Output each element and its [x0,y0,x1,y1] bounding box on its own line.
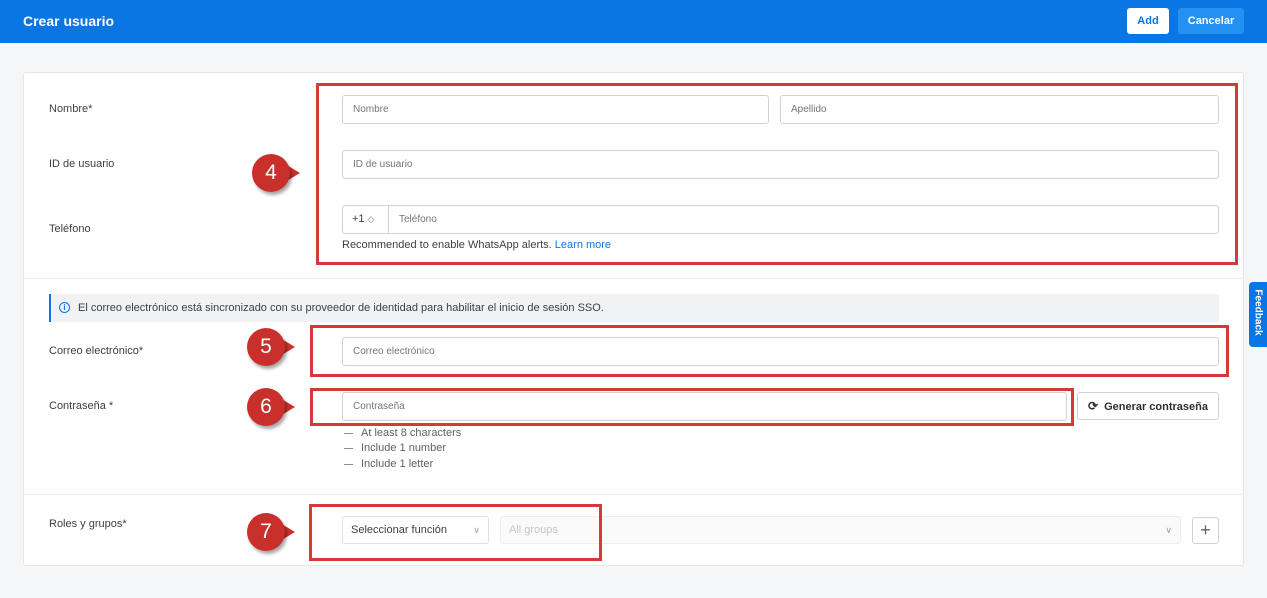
password-rule: At least 8 characters [344,427,461,439]
section-divider [24,494,1243,495]
add-button[interactable]: Add [1127,8,1169,34]
section-divider [24,278,1243,279]
page-title: Crear usuario [23,13,115,29]
feedback-tab[interactable]: Feedback [1249,282,1267,347]
user-id-label: ID de usuario [49,158,115,170]
email-label: Correo electrónico* [49,345,144,357]
callout-box-5 [310,325,1229,377]
feedback-label: Feedback [1252,289,1264,336]
password-label: Contraseña * [49,400,114,412]
password-rule: Include 1 number [344,442,446,454]
generate-password-label: Generar contraseña [1104,401,1208,413]
callout-box-6 [310,388,1074,426]
callout-box-7 [309,504,602,561]
callout-badge-6: 6 [247,388,295,426]
phone-label: Teléfono [49,223,91,235]
chevron-down-icon: ∨ [1165,525,1172,535]
callout-box-4 [316,83,1238,265]
add-role-button[interactable]: + [1192,517,1219,544]
generate-password-button[interactable]: ⟳ Generar contraseña [1077,392,1219,420]
callout-badge-5: 5 [247,328,295,366]
groups-select[interactable]: All groups ∨ [500,516,1181,544]
info-icon: i [59,302,70,313]
name-label: Nombre* [49,103,93,115]
cancel-button[interactable]: Cancelar [1178,8,1244,34]
callout-badge-4: 4 [252,154,300,192]
roles-label: Roles y grupos* [49,518,127,530]
callout-badge-7: 7 [247,513,295,551]
refresh-icon: ⟳ [1088,399,1099,413]
sso-info-text: El correo electrónico está sincronizado … [78,302,604,314]
sso-info-banner: i El correo electrónico está sincronizad… [49,294,1219,322]
password-rule: Include 1 letter [344,458,433,470]
top-bar: Crear usuario Add Cancelar [0,0,1267,43]
